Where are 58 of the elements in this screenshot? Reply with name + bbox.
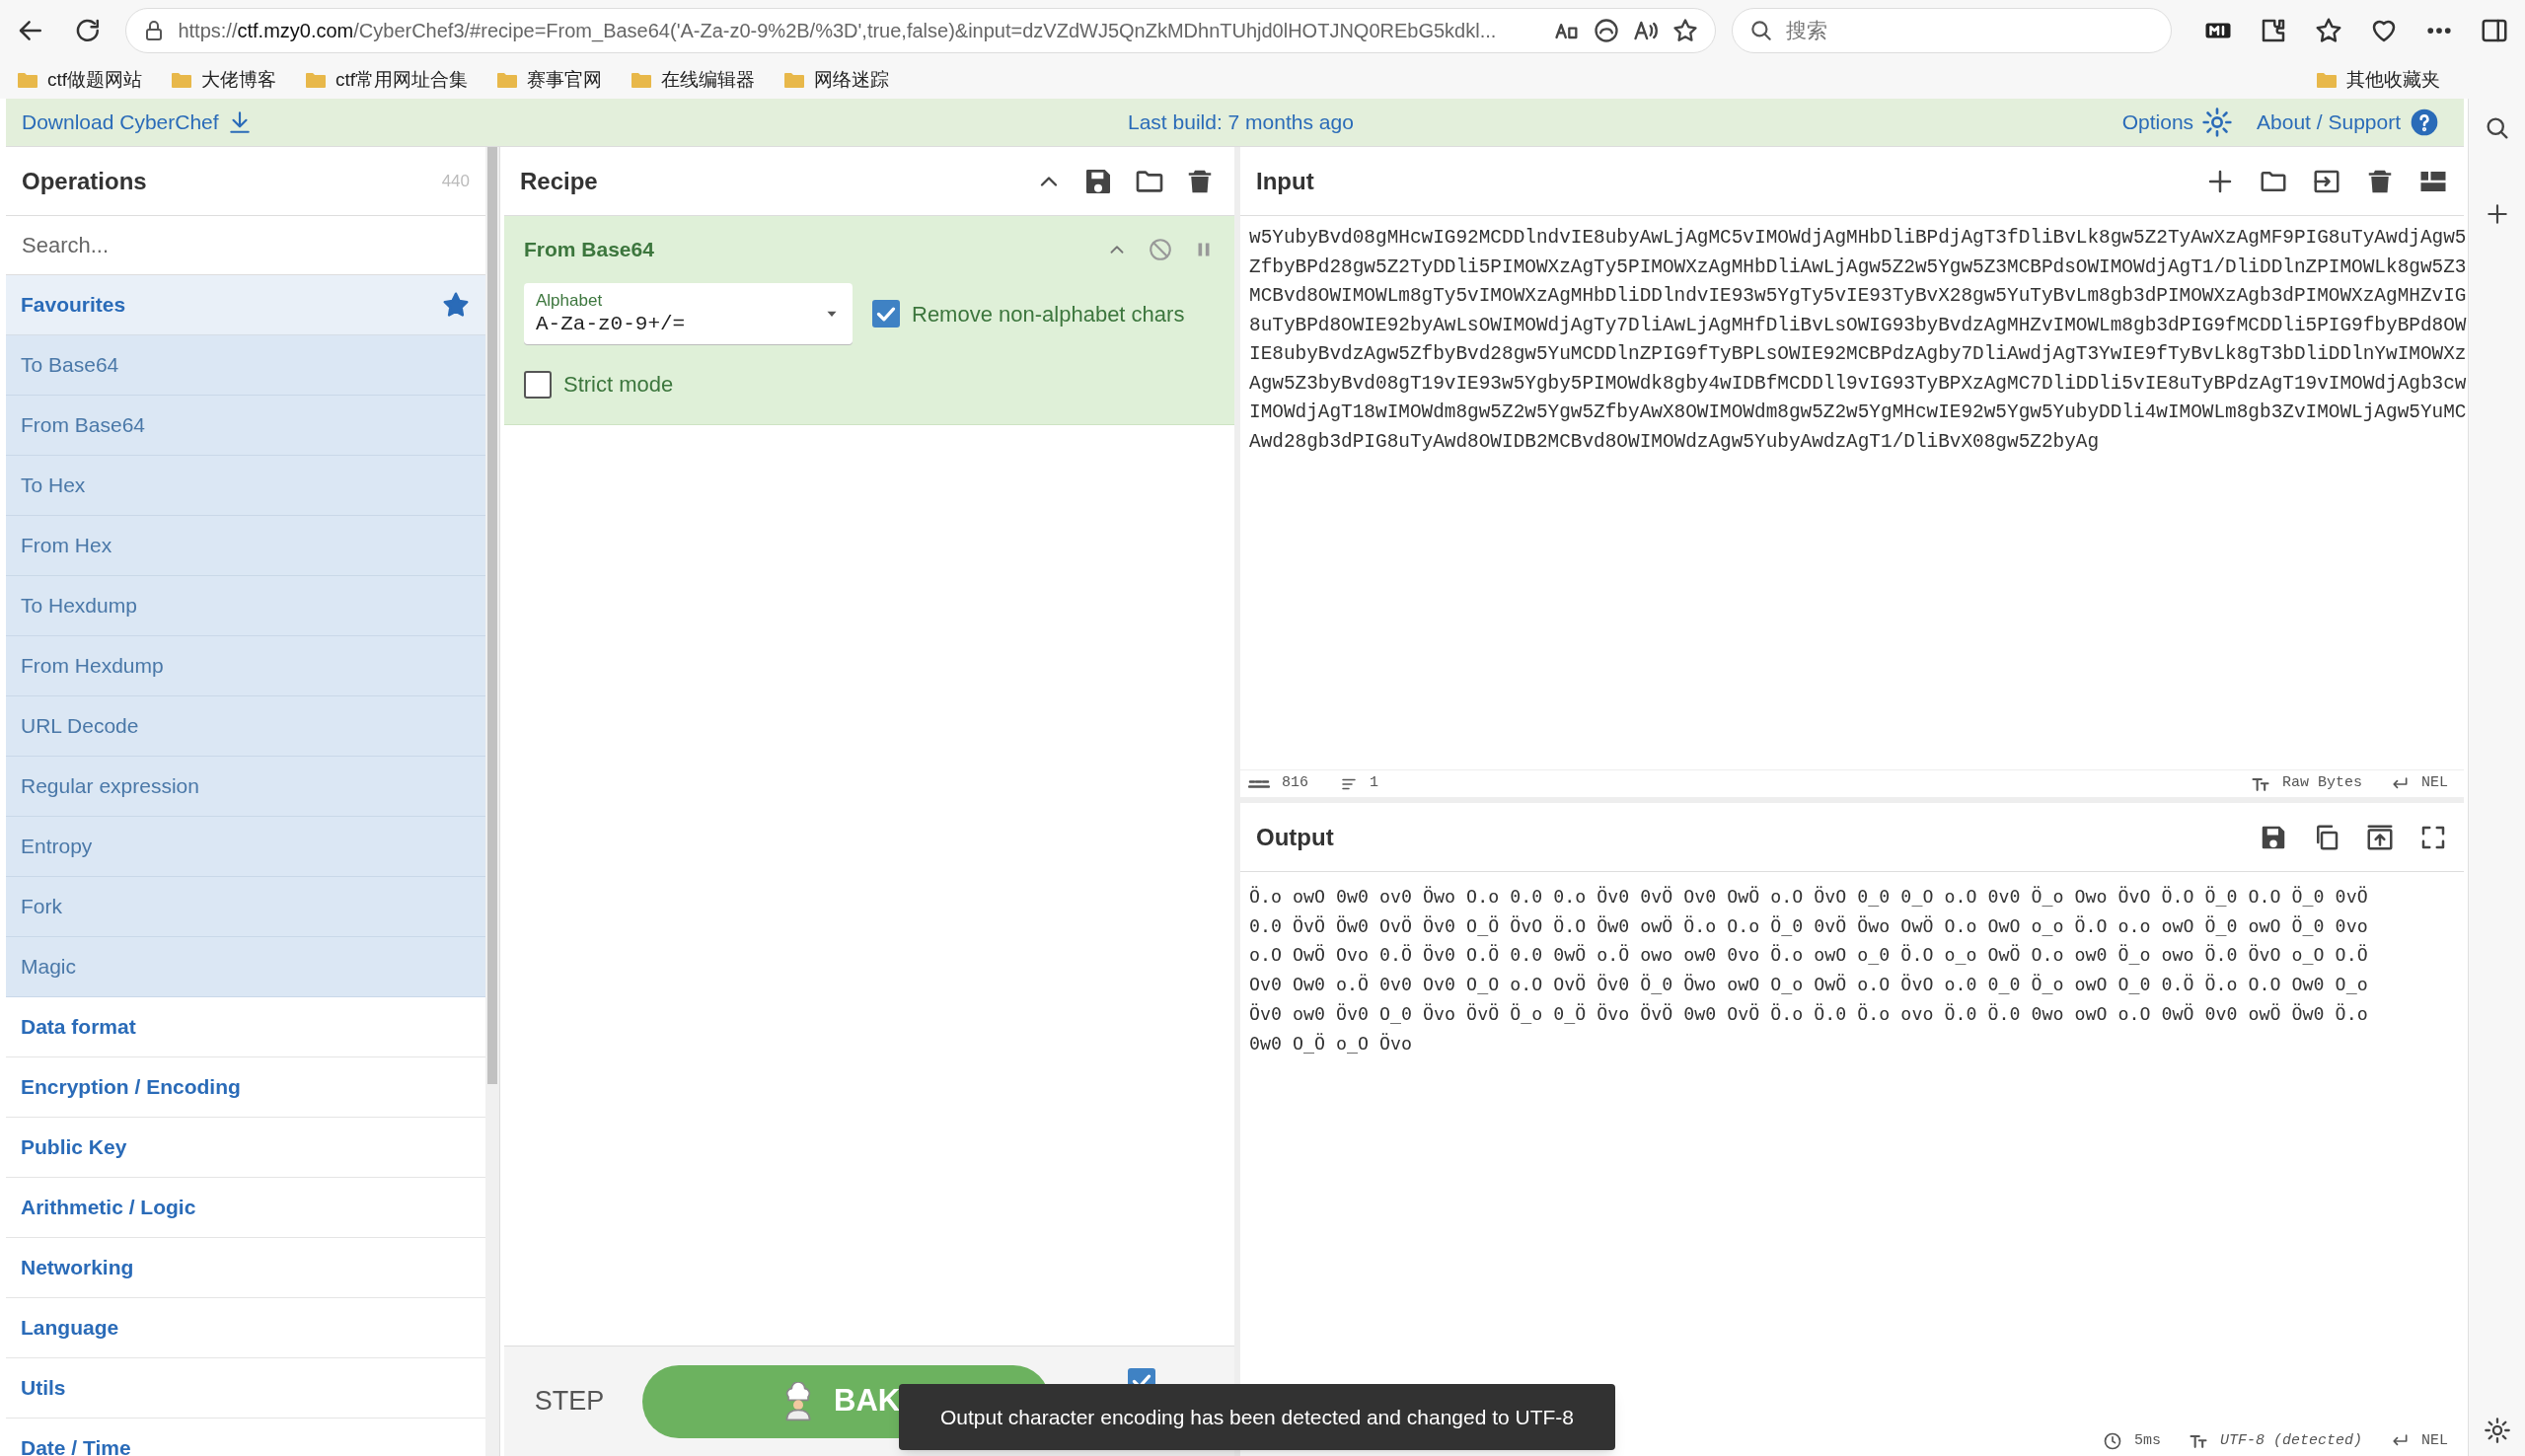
about-link[interactable]: About / Support	[2257, 107, 2440, 138]
address-bar[interactable]: https://ctf.mzy0.com/CyberChef3/#recipe=From_Base64('A-Za-z0-9%2B/%3D',true,false)&input=dzVZdWJ5QnZkMDhnTUhjd0lHOTJNQ0REbG5kdkl...	[125, 8, 1716, 53]
eol-label[interactable]: NEL	[2421, 772, 2448, 795]
eol-label[interactable]: NEL	[2421, 1429, 2448, 1453]
operation-item[interactable]: From Base64	[6, 396, 485, 456]
encoding-label[interactable]: Raw Bytes	[2281, 772, 2362, 795]
help-icon	[2409, 107, 2440, 138]
operation-count: 440	[441, 170, 470, 192]
search-input[interactable]: 搜索	[1785, 15, 2155, 46]
settings-icon[interactable]	[2483, 1417, 2511, 1444]
checkbox-option[interactable]: Strict mode	[524, 368, 1215, 400]
panel-title: Input	[1256, 166, 1315, 196]
alphabet-dropdown[interactable]: Alphabet A-Za-z0-9+/=	[524, 283, 853, 344]
bookmark-item[interactable]: 大佬博客	[170, 65, 277, 95]
bookmark-item[interactable]: 在线编辑器	[630, 65, 756, 95]
operation-item[interactable]: URL Decode	[6, 696, 485, 757]
search-box[interactable]: 搜索	[1731, 8, 2172, 53]
category-label: Favourites	[21, 292, 126, 319]
scrollbar-thumb[interactable]	[487, 147, 497, 1084]
favorite-star-icon[interactable]	[1671, 17, 1699, 44]
operation-item[interactable]: To Hex	[6, 456, 485, 516]
operation-item[interactable]: Entropy	[6, 817, 485, 877]
panel-title: Operations	[22, 166, 147, 196]
check-icon	[876, 306, 896, 322]
url-text: https://ctf.mzy0.com/CyberChef3/#recipe=From_Base64('A-Za-z0-9%2B/%3D',true,false)&input=dzVZdWJ5QnZkMDhnTUhjd0lHOTJNQ0REbG5kdkl...	[178, 19, 1498, 44]
operation-item[interactable]: Fork	[6, 877, 485, 937]
operation-item[interactable]: Regular expression	[6, 757, 485, 817]
panel-title: Recipe	[520, 166, 599, 196]
field-value: A-Za-z0-9+/=	[536, 311, 687, 337]
options-link[interactable]: Options	[2121, 107, 2234, 138]
output-text-area: Ö.o owO 0w0 ov0 Öwo O.o 0.0 0.o Öv0 0vÖ Ov0 OwÖ o.O ÖvO 0_0 0_O o.O 0v0 Ö_o Owo ÖvO Ö.O Ö_0 O.O Ö_0 0vÖ 0.0 ÖvÖ Öw0 OvÖ Öv0 O_Ö ÖvO Ö.O Öw0 owÖ Ö.o O.o Ö_0 0vÖ Öwo OwÖ O.o OwO o_o Ö.O o.o owO Ö_0 owO Ö_0 0vo o.O OwÖ Ovo 0.Ö Öv0 O.Ö 0.0 0wÖ o.Ö owo ow0 0vo Ö.o owO o_0 Ö.O o_o OwÖ O.o ow0 Ö_o owo Ö.0 ÖvO o_O O.Ö Ov0 Ow0 o.Ö 0v0 Ov0 O_O o.O OvÖ Öv0 Ö_0 Öwo owO O_o OwÖ o.O ÖvO o.0 0_0 Ö_o owO O_0 0.Ö Ö.o O.O Ow0 O_o Öv0 ow0 Öv0 O_0 Övo ÖvÖ Ö_o 0_Ö Övo ÖvÖ 0w0 OvÖ Ö.o Ö.0 Ö.o ovo Ö.0 Ö.0 0wo owO o.O 0wÖ 0v0 owÖ Öw0 Ö.o 0w0 O_Ö o_O Övo	[1249, 882, 2368, 1058]
step-button[interactable]: STEP	[520, 1371, 619, 1431]
operation-item[interactable]: To Hexdump	[6, 576, 485, 636]
bookmark-folder[interactable]: 其他收藏夹	[2315, 65, 2440, 95]
operation-item[interactable]: From Hex	[6, 516, 485, 576]
checkbox-option[interactable]: Remove non-alphabet chars	[872, 297, 1185, 330]
last-build-text: Last build: 7 months ago	[1128, 109, 1354, 136]
operation-item[interactable]: Magic	[6, 937, 485, 997]
encoding-label[interactable]: UTF-8 (detected)	[2219, 1429, 2362, 1453]
bookmark-item[interactable]: ctf做题网站	[16, 65, 143, 95]
settings-icon	[2201, 107, 2234, 138]
star-icon	[441, 290, 471, 320]
bookmark-item[interactable]: 网络迷踪	[782, 65, 890, 95]
favorites-icon[interactable]	[2314, 16, 2343, 45]
line-count: 1	[1370, 773, 1380, 794]
encoding-toast: Output character encoding has been detected and changed to UTF-8	[899, 1384, 1615, 1450]
bake-time: 5ms	[2133, 1430, 2161, 1451]
operation-title: From Base64	[524, 237, 655, 263]
field-label: Alphabet	[536, 290, 604, 312]
operation-item[interactable]: From Hexdump	[6, 636, 485, 696]
length-count: 816	[1282, 773, 1308, 794]
clock-icon	[2102, 1431, 2122, 1451]
panel-title: Output	[1256, 822, 1335, 852]
bookmark-item[interactable]: 赛事官网	[495, 65, 603, 95]
download-link[interactable]: Download CyberChef	[22, 107, 253, 138]
operation-item[interactable]: To Base64	[6, 335, 485, 396]
bookmark-item[interactable]: ctf常用网址合集	[304, 65, 469, 95]
category-header[interactable]: Favourites	[6, 275, 485, 335]
